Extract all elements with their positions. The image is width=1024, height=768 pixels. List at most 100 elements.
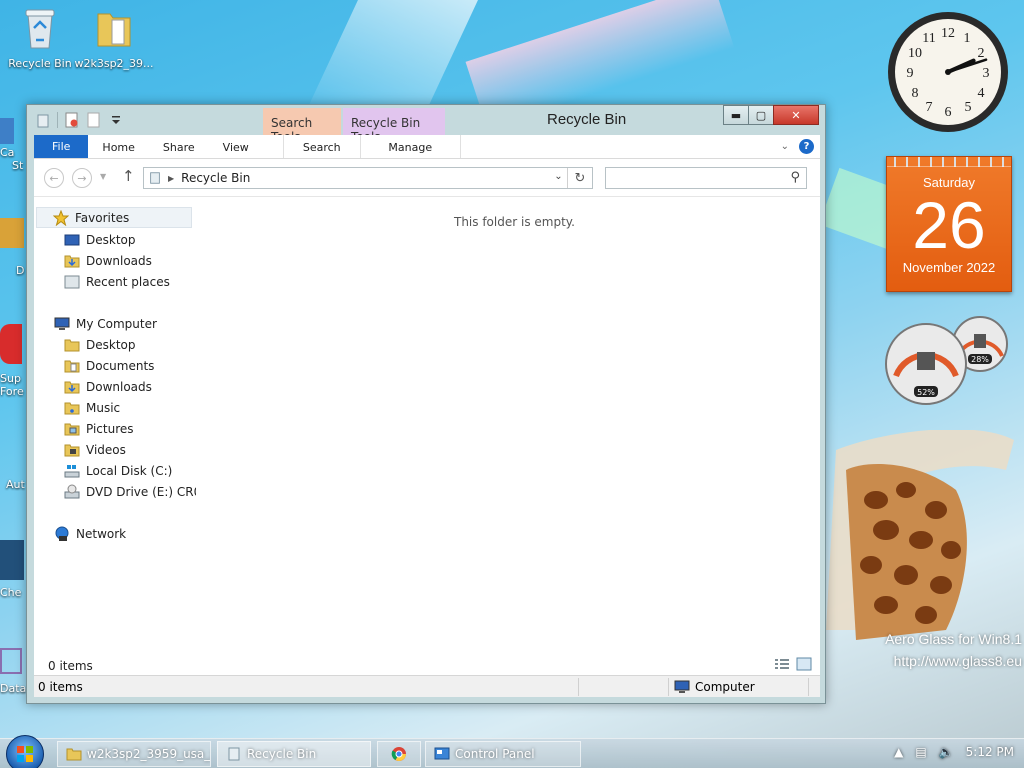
star-icon [53, 209, 69, 226]
watermark-line: Aero Glass for Win8.1 [885, 631, 1022, 647]
clock-time[interactable]: 5:12 PM [966, 745, 1014, 759]
cpu-usage: 52% [917, 388, 935, 397]
taskbar-item-chrome[interactable] [377, 741, 421, 767]
refresh-icon[interactable]: ↻ [568, 171, 592, 186]
videos-folder-icon [64, 444, 80, 456]
folder-icon [97, 13, 131, 47]
wallpaper-giraffe [826, 430, 1014, 640]
svg-text:2: 2 [978, 46, 985, 61]
svg-text:4: 4 [978, 86, 985, 101]
svg-text:9: 9 [907, 66, 914, 81]
show-hidden-icons-icon[interactable]: ▲ [894, 745, 903, 759]
ribbon-controls: ⌄ ? [781, 135, 820, 158]
nav-pictures[interactable]: Pictures [64, 418, 134, 439]
close-icon: ✕ [791, 108, 801, 122]
taskbar: w2k3sp2_3959_usa_x... Recycle Bin Contro… [0, 735, 1024, 768]
tab-view[interactable]: View [209, 135, 263, 158]
details-view-icon[interactable] [774, 657, 790, 671]
volume-icon[interactable]: 🔈 [939, 745, 954, 759]
recent-locations-icon[interactable]: ▼ [100, 172, 106, 181]
memory-usage: 28% [971, 355, 989, 364]
context-tab-search-tools[interactable]: Search Tools [263, 108, 341, 144]
nav-recent-places[interactable]: Recent places [64, 271, 170, 292]
address-dropdown-icon[interactable]: ⌄ [550, 168, 568, 188]
tab-home[interactable]: Home [88, 135, 148, 158]
nav-network[interactable]: Network [54, 523, 126, 544]
help-button[interactable]: ? [799, 139, 814, 154]
calendar-month-year: November 2022 [902, 260, 996, 275]
expand-ribbon-icon[interactable]: ⌄ [781, 141, 789, 152]
nav-mc-desktop[interactable]: Desktop [64, 334, 136, 355]
window-title: Recycle Bin [547, 111, 627, 128]
recent-places-icon [64, 275, 80, 288]
svg-text:3: 3 [983, 66, 990, 81]
forward-button[interactable]: → [72, 168, 92, 188]
desktop-icon-folder[interactable]: w2k3sp2_39... [74, 6, 154, 70]
network-icon [55, 526, 69, 541]
nav-favorites[interactable]: Favorites [36, 207, 192, 228]
music-folder-icon [64, 402, 80, 414]
status-items: 0 items [38, 680, 83, 694]
taskbar-item-folder[interactable]: w2k3sp2_3959_usa_x... [57, 741, 211, 767]
context-tab-recycle-bin-tools[interactable]: Recycle Bin Tools [343, 108, 445, 144]
nav-dvd-drive[interactable]: DVD Drive (E:) CR0SP [64, 481, 196, 502]
wallpaper-light-ray [302, 0, 478, 120]
nav-local-disk[interactable]: Local Disk (C:) [64, 460, 172, 481]
control-panel-icon [434, 747, 450, 760]
customize-toolbar-icon[interactable] [108, 112, 124, 128]
maximize-button[interactable]: ▢ [748, 105, 774, 125]
nav-desktop[interactable]: Desktop [64, 229, 136, 250]
nav-music[interactable]: Music [64, 397, 120, 418]
up-arrow-icon[interactable]: ↑ [122, 167, 135, 185]
clock-gadget[interactable]: 12 12 3 4567 8 9 1011 [886, 10, 1010, 134]
svg-text:7: 7 [926, 100, 933, 115]
breadcrumb-recycle-bin[interactable]: Recycle Bin [181, 171, 250, 185]
nav-my-computer[interactable]: My Computer [54, 313, 157, 334]
status-divider [808, 678, 809, 696]
desktop-icon-recycle-bin[interactable]: Recycle Bin [0, 6, 80, 70]
tab-file[interactable]: File [34, 135, 89, 158]
svg-text:11: 11 [922, 31, 935, 46]
navigation-pane[interactable]: Favorites Desktop Downloads Recent place… [34, 197, 196, 675]
address-bar[interactable]: ▶ Recycle Bin ⌄ ↻ [143, 167, 593, 189]
pictures-folder-icon [64, 423, 80, 435]
hard-drive-icon [64, 464, 80, 477]
taskbar-item-control-panel[interactable]: Control Panel [425, 741, 581, 767]
new-folder-icon[interactable] [86, 112, 102, 128]
properties-icon[interactable] [64, 112, 80, 128]
items-count: 0 items [48, 659, 93, 673]
nav-documents[interactable]: Documents [64, 355, 154, 376]
network-tray-icon[interactable]: ▤ [915, 745, 926, 759]
desktop-icon-label: Recycle Bin [8, 57, 72, 70]
quick-access-toolbar [35, 112, 124, 128]
minimize-button[interactable]: ▬ [723, 105, 749, 125]
computer-icon [54, 317, 70, 330]
chrome-icon [391, 747, 406, 761]
watermark-line: http://www.glass8.eu [893, 653, 1022, 669]
tab-manage[interactable]: Manage [361, 135, 461, 158]
search-input[interactable]: ⚲ [605, 167, 807, 189]
nav-videos[interactable]: Videos [64, 439, 126, 460]
nav-mc-downloads[interactable]: Downloads [64, 376, 152, 397]
explorer-window[interactable]: Search Tools Recycle Bin Tools Recycle B… [26, 104, 826, 704]
back-button[interactable]: ← [44, 168, 64, 188]
large-icons-view-icon[interactable] [796, 657, 812, 671]
status-location: Computer [674, 680, 755, 694]
tab-share[interactable]: Share [149, 135, 209, 158]
start-button[interactable] [6, 735, 44, 768]
calendar-gadget[interactable]: Saturday 26 November 2022 [886, 156, 1012, 292]
content-area: Favorites Desktop Downloads Recent place… [34, 197, 820, 675]
title-bar[interactable]: Search Tools Recycle Bin Tools Recycle B… [27, 105, 825, 144]
svg-text:12: 12 [941, 26, 955, 41]
nav-downloads[interactable]: Downloads [64, 250, 152, 271]
folder-icon [66, 748, 82, 761]
breadcrumb-separator-icon[interactable]: ▶ [168, 174, 174, 183]
close-button[interactable]: ✕ [773, 105, 819, 125]
computer-icon [674, 680, 690, 693]
taskbar-item-recycle-bin[interactable]: Recycle Bin [217, 741, 371, 767]
status-divider [578, 678, 579, 696]
forward-arrow-icon: → [77, 171, 87, 185]
documents-folder-icon [64, 360, 80, 372]
cpu-meter-gadget[interactable]: 28% 52% [884, 316, 1014, 406]
tab-search[interactable]: Search [282, 135, 361, 158]
